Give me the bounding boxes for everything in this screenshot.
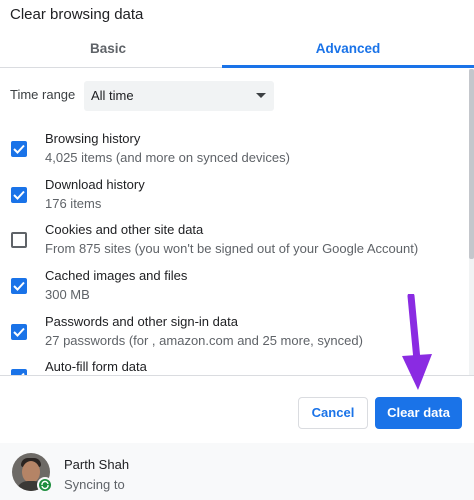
option-title: Browsing history xyxy=(45,131,141,146)
cancel-button[interactable]: Cancel xyxy=(298,397,368,429)
account-footer: Parth Shah Syncing to xyxy=(0,443,474,500)
scrollbar-thumb[interactable] xyxy=(469,69,474,259)
option-cookies: Cookies and other site data From 875 sit… xyxy=(0,222,468,268)
sync-icon xyxy=(37,477,53,493)
checkbox-download-history[interactable] xyxy=(11,187,27,203)
tab-basic[interactable]: Basic xyxy=(0,34,216,68)
options-scroll-area[interactable]: Time range All time Browsing history 4,0… xyxy=(0,69,474,376)
option-download-history: Download history 176 items xyxy=(0,177,468,223)
checkbox-autofill[interactable] xyxy=(11,369,27,375)
option-subtitle: From 875 sites (you won't be signed out … xyxy=(45,241,419,256)
option-subtitle: 27 passwords (for , amazon.com and 25 mo… xyxy=(45,333,363,348)
active-tab-indicator xyxy=(222,65,474,68)
scrollbar[interactable] xyxy=(469,69,474,375)
checkmark-icon xyxy=(13,281,25,291)
time-range-select[interactable]: All time xyxy=(84,81,274,111)
option-subtitle: 4,025 items (and more on synced devices) xyxy=(45,150,290,165)
tab-advanced[interactable]: Advanced xyxy=(222,34,474,68)
option-title: Cached images and files xyxy=(45,268,188,283)
checkmark-icon xyxy=(13,190,25,200)
option-passwords: Passwords and other sign-in data 27 pass… xyxy=(0,314,468,360)
tab-bar: Basic Advanced xyxy=(0,34,474,68)
option-title: Passwords and other sign-in data xyxy=(45,314,238,329)
checkmark-icon xyxy=(13,144,25,154)
dialog-title: Clear browsing data xyxy=(10,6,144,23)
clear-browsing-data-dialog: Clear browsing data Basic Advanced Time … xyxy=(0,0,474,500)
option-subtitle: 300 MB xyxy=(45,287,90,302)
sync-status: Syncing to xyxy=(64,477,125,492)
checkbox-cookies[interactable] xyxy=(11,232,27,248)
checkmark-icon xyxy=(21,372,25,375)
checkbox-passwords[interactable] xyxy=(11,324,27,340)
time-range-label: Time range xyxy=(10,87,76,102)
time-range-value: All time xyxy=(91,88,134,103)
checkmark-icon xyxy=(13,327,25,337)
chevron-down-icon xyxy=(256,93,266,98)
option-title: Download history xyxy=(45,177,145,192)
option-title: Cookies and other site data xyxy=(45,222,204,237)
option-browsing-history: Browsing history 4,025 items (and more o… xyxy=(0,131,468,177)
option-autofill: Auto-fill form data xyxy=(0,359,468,375)
clear-data-button[interactable]: Clear data xyxy=(375,397,462,429)
account-name: Parth Shah xyxy=(64,457,130,472)
option-title: Auto-fill form data xyxy=(45,359,147,374)
checkbox-browsing-history[interactable] xyxy=(11,141,27,157)
option-subtitle: 176 items xyxy=(45,196,102,211)
option-cached-images: Cached images and files 300 MB xyxy=(0,268,468,314)
checkbox-cached-images[interactable] xyxy=(11,278,27,294)
